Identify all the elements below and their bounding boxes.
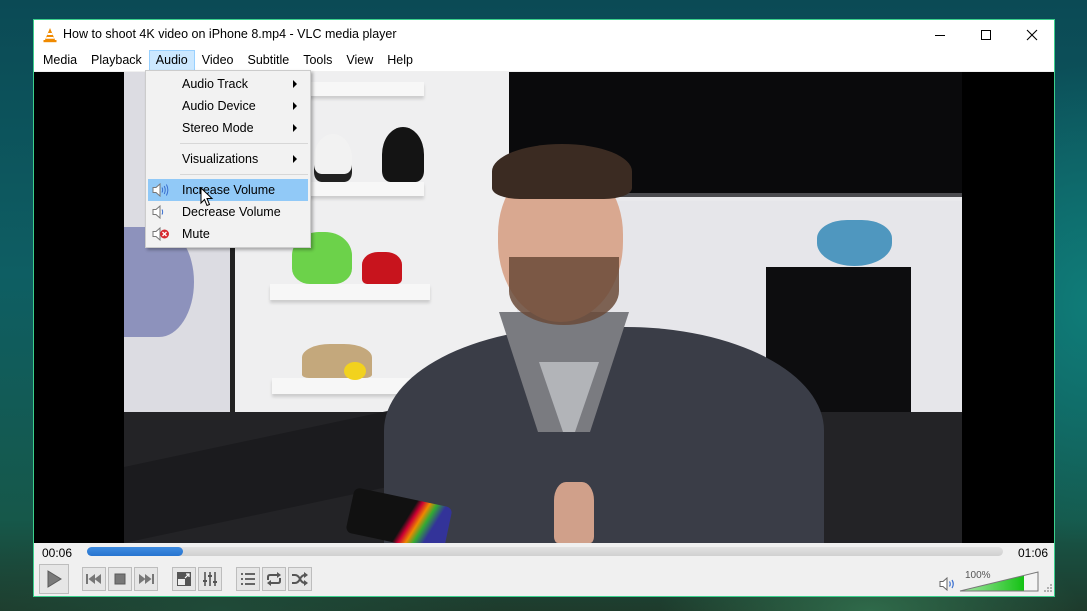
window-title: How to shoot 4K video on iPhone 8.mp4 - … — [63, 27, 397, 41]
mute-icon — [152, 227, 169, 241]
shelf — [270, 284, 430, 300]
menu-item-increase-volume[interactable]: Increase Volume — [148, 179, 308, 201]
extended-settings-button[interactable] — [198, 567, 222, 591]
previous-button[interactable] — [82, 567, 106, 591]
submenu-arrow-icon — [293, 80, 297, 88]
submenu-arrow-icon — [293, 102, 297, 110]
menu-item-mute[interactable]: Mute — [148, 223, 308, 245]
person-hair — [492, 144, 632, 199]
menu-item-audio-track[interactable]: Audio Track — [148, 73, 308, 95]
elapsed-time: 00:06 — [42, 546, 73, 560]
vlc-cone-icon — [43, 28, 57, 43]
minimize-button[interactable] — [917, 20, 963, 49]
close-icon — [1026, 29, 1038, 40]
play-icon — [47, 570, 62, 588]
maximize-button[interactable] — [963, 20, 1009, 49]
title-bar[interactable]: How to shoot 4K video on iPhone 8.mp4 - … — [34, 20, 1054, 49]
menu-item-label: Audio Track — [182, 77, 249, 91]
menu-item-decrease-volume[interactable]: Decrease Volume — [148, 201, 308, 223]
fullscreen-icon — [177, 572, 191, 586]
menu-bar: Media Playback Audio Video Subtitle Tool… — [34, 49, 1054, 71]
stop-icon — [114, 573, 126, 585]
submenu-arrow-icon — [293, 155, 297, 163]
skip-next-icon — [139, 574, 154, 584]
menu-audio[interactable]: Audio — [148, 49, 195, 71]
playlist-button[interactable] — [236, 567, 260, 591]
equalizer-icon — [203, 572, 217, 586]
volume-down-icon — [152, 205, 164, 219]
menu-help[interactable]: Help — [380, 50, 420, 71]
loop-button[interactable] — [262, 567, 286, 591]
menu-separator — [180, 143, 308, 144]
shuffle-button[interactable] — [288, 567, 312, 591]
seek-progress — [87, 547, 184, 556]
menu-separator — [180, 174, 308, 175]
white-helmet — [314, 134, 352, 182]
black-helmet — [382, 127, 424, 182]
mouse-cursor-icon — [200, 187, 214, 207]
menu-media[interactable]: Media — [36, 50, 84, 71]
playlist-icon — [241, 573, 255, 585]
volume-slider[interactable] — [959, 568, 1039, 592]
seek-bar[interactable] — [87, 547, 1003, 556]
stop-button[interactable] — [108, 567, 132, 591]
menu-item-label: Stereo Mode — [182, 121, 254, 135]
menu-item-stereo-mode[interactable]: Stereo Mode — [148, 117, 308, 139]
menu-view[interactable]: View — [339, 50, 380, 71]
menu-item-label: Audio Device — [182, 99, 256, 113]
controller — [817, 220, 892, 266]
loop-icon — [267, 572, 281, 586]
resize-grip[interactable] — [1043, 583, 1053, 593]
yellow-figure — [344, 362, 366, 380]
volume-up-icon — [152, 183, 169, 197]
red-joystick — [362, 252, 402, 284]
next-button[interactable] — [134, 567, 158, 591]
play-button[interactable] — [39, 564, 69, 594]
shuffle-icon — [292, 572, 308, 586]
menu-item-audio-device[interactable]: Audio Device — [148, 95, 308, 117]
shelf — [309, 182, 424, 196]
menu-subtitle[interactable]: Subtitle — [241, 50, 297, 71]
shelf — [309, 82, 424, 96]
audio-menu-dropdown: Audio Track Audio Device Stereo Mode Vis… — [145, 70, 311, 248]
total-time: 01:06 — [1018, 546, 1049, 560]
menu-item-label: Increase Volume — [182, 183, 276, 197]
person-hand — [554, 482, 594, 543]
menu-item-label: Visualizations — [182, 152, 259, 166]
menu-tools[interactable]: Tools — [296, 50, 339, 71]
menu-item-label: Decrease Volume — [182, 205, 281, 219]
close-button[interactable] — [1009, 20, 1055, 49]
speaker-icon[interactable] — [939, 577, 957, 591]
menu-video[interactable]: Video — [195, 50, 241, 71]
maximize-icon — [981, 29, 991, 40]
person-beard — [509, 257, 619, 325]
skip-previous-icon — [86, 574, 101, 584]
fullscreen-button[interactable] — [172, 567, 196, 591]
menu-playback[interactable]: Playback — [84, 50, 149, 71]
menu-item-visualizations[interactable]: Visualizations — [148, 148, 308, 170]
menu-item-label: Mute — [182, 227, 210, 241]
minimize-icon — [935, 34, 945, 36]
submenu-arrow-icon — [293, 124, 297, 132]
